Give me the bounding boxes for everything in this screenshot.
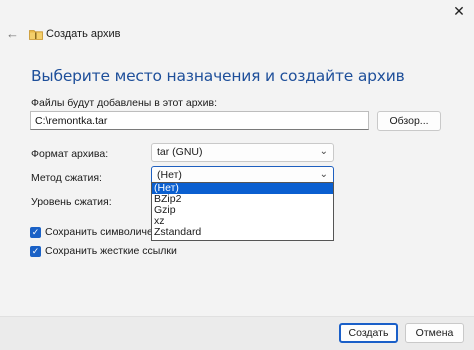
window-title: Создать архив: [46, 28, 121, 40]
close-button[interactable]: ✕: [444, 0, 474, 22]
archive-path-input[interactable]: [30, 111, 369, 130]
folder-zip-icon: [29, 30, 43, 40]
archive-path-label: Файлы будут добавлены в этот архив:: [31, 97, 218, 109]
archive-format-value: tar (GNU): [157, 146, 203, 158]
create-archive-dialog: ✕ ← Создать архив Выберите место назначе…: [0, 0, 474, 350]
page-title: Выберите место назначения и создайте арх…: [31, 67, 405, 85]
dialog-footer: [0, 316, 474, 350]
checkmark-icon[interactable]: ✓: [30, 245, 41, 257]
compression-method-value: (Нет): [157, 169, 182, 181]
dropdown-option[interactable]: BZip2: [152, 194, 333, 205]
dropdown-option[interactable]: Zstandard: [152, 227, 333, 238]
compression-method-dropdown[interactable]: (Нет) BZip2 Gzip xz Zstandard: [151, 182, 334, 241]
checkmark-icon[interactable]: ✓: [30, 226, 41, 238]
create-button[interactable]: Создать: [339, 323, 398, 343]
cancel-button[interactable]: Отмена: [405, 323, 464, 343]
archive-format-label: Формат архива:: [31, 148, 109, 160]
dropdown-option[interactable]: Gzip: [152, 205, 333, 216]
preserve-hardlinks-label: Сохранить жесткие ссылки: [45, 245, 177, 257]
close-icon: ✕: [453, 2, 465, 19]
preserve-symlinks-checkbox[interactable]: ✓ Сохранить символические ссылки: [30, 226, 155, 238]
compression-method-label: Метод сжатия:: [31, 172, 102, 184]
preserve-symlinks-label: Сохранить символические ссылки: [45, 226, 155, 238]
chevron-down-icon: ⌄: [319, 169, 328, 180]
chevron-down-icon: ⌄: [319, 146, 328, 157]
archive-format-select[interactable]: tar (GNU) ⌄: [151, 143, 334, 162]
browse-button[interactable]: Обзор...: [377, 111, 441, 131]
compression-level-label: Уровень сжатия:: [31, 196, 112, 208]
preserve-hardlinks-checkbox[interactable]: ✓ Сохранить жесткие ссылки: [30, 245, 177, 257]
back-arrow-icon[interactable]: ←: [6, 27, 20, 41]
